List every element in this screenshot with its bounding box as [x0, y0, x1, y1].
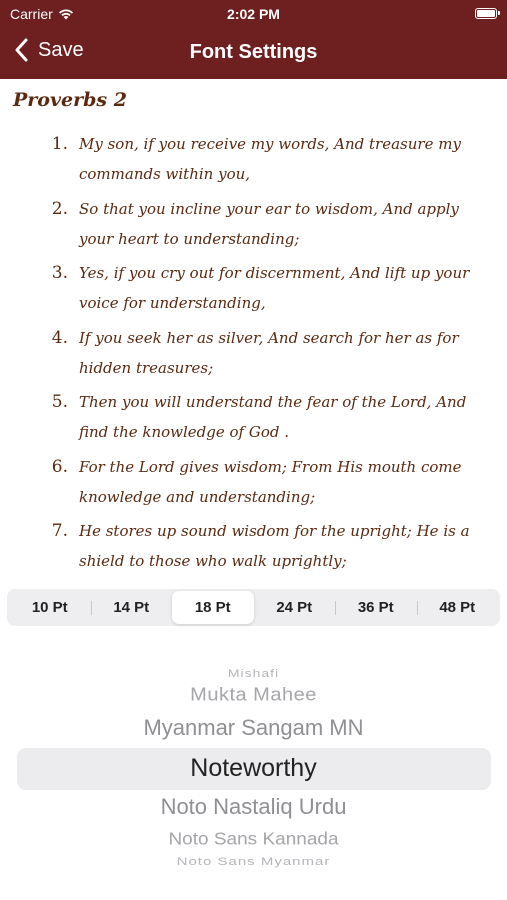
- verse-number: 1.: [51, 134, 68, 154]
- verse-number: 4.: [51, 327, 68, 348]
- segment-18-pt[interactable]: 18 Pt: [172, 591, 254, 624]
- chapter-title: Proverbs 2: [13, 89, 127, 111]
- save-back-button[interactable]: Save: [14, 38, 84, 62]
- picker-row[interactable]: Mishafi: [0, 667, 507, 680]
- navigation-bar: Save Font Settings: [0, 28, 507, 79]
- verse-item: 1. My son, if you receive my words, And …: [0, 129, 507, 189]
- picker-row[interactable]: Noto Sans Myanmar: [0, 855, 507, 868]
- verse-item: 5. Then you will understand the fear of …: [0, 387, 507, 447]
- segment-24-pt[interactable]: 24 Pt: [254, 591, 336, 624]
- verse-item: 3. Yes, if you cry out for discernment, …: [0, 258, 507, 318]
- verse-number: 2.: [51, 198, 68, 219]
- segment-48-pt[interactable]: 48 Pt: [416, 591, 499, 624]
- verse-text: If you seek her as silver, And search fo…: [79, 328, 459, 377]
- verse-text: Then you will understand the fear of the…: [79, 393, 467, 441]
- chevron-left-icon: [15, 38, 28, 62]
- verse-number: 7.: [51, 521, 68, 541]
- font-picker-wheel[interactable]: Mishafi Mukta Mahee Myanmar Sangam MN No…: [0, 650, 507, 880]
- verse-item: 6. For the Lord gives wisdom; From His m…: [0, 452, 507, 512]
- verse-text: Yes, if you cry out for discernment, And…: [79, 264, 470, 312]
- verse-list: 1. My son, if you receive my words, And …: [0, 129, 507, 581]
- picker-row[interactable]: Noto Sans Kannada: [0, 830, 507, 850]
- battery-icon: [475, 8, 500, 19]
- segment-10-pt[interactable]: 10 Pt: [9, 591, 91, 624]
- font-preview[interactable]: Proverbs 2 1. My son, if you receive my …: [0, 79, 507, 584]
- picker-row-selected[interactable]: Noteworthy: [0, 754, 507, 783]
- verse-number: 3.: [51, 263, 68, 283]
- status-time: 2:02 PM: [227, 6, 280, 22]
- segment-36-pt[interactable]: 36 Pt: [335, 591, 417, 624]
- segment-14-pt[interactable]: 14 Pt: [90, 591, 173, 624]
- status-bar: Carrier 2:02 PM: [0, 0, 507, 28]
- save-label: Save: [38, 38, 84, 61]
- picker-row[interactable]: Noto Nastaliq Urdu: [0, 794, 507, 820]
- verse-item: 2. So that you incline your ear to wisdo…: [0, 194, 507, 254]
- verse-text: He stores up sound wisdom for the uprigh…: [79, 522, 470, 570]
- verse-item: 4. If you seek her as silver, And search…: [0, 323, 507, 383]
- verse-text: For the Lord gives wisdom; From His mout…: [79, 457, 462, 506]
- font-size-segmented-control: 10 Pt 14 Pt 18 Pt 24 Pt 36 Pt 48 Pt: [7, 589, 500, 626]
- verse-item: 7. He stores up sound wisdom for the upr…: [0, 516, 507, 576]
- verse-text: So that you incline your ear to wisdom, …: [79, 199, 459, 248]
- verse-number: 5.: [51, 392, 68, 412]
- picker-row[interactable]: Myanmar Sangam MN: [0, 715, 507, 741]
- verse-text: My son, if you receive my words, And tre…: [79, 135, 461, 183]
- verse-number: 6.: [51, 456, 68, 477]
- picker-row[interactable]: Mukta Mahee: [0, 685, 507, 706]
